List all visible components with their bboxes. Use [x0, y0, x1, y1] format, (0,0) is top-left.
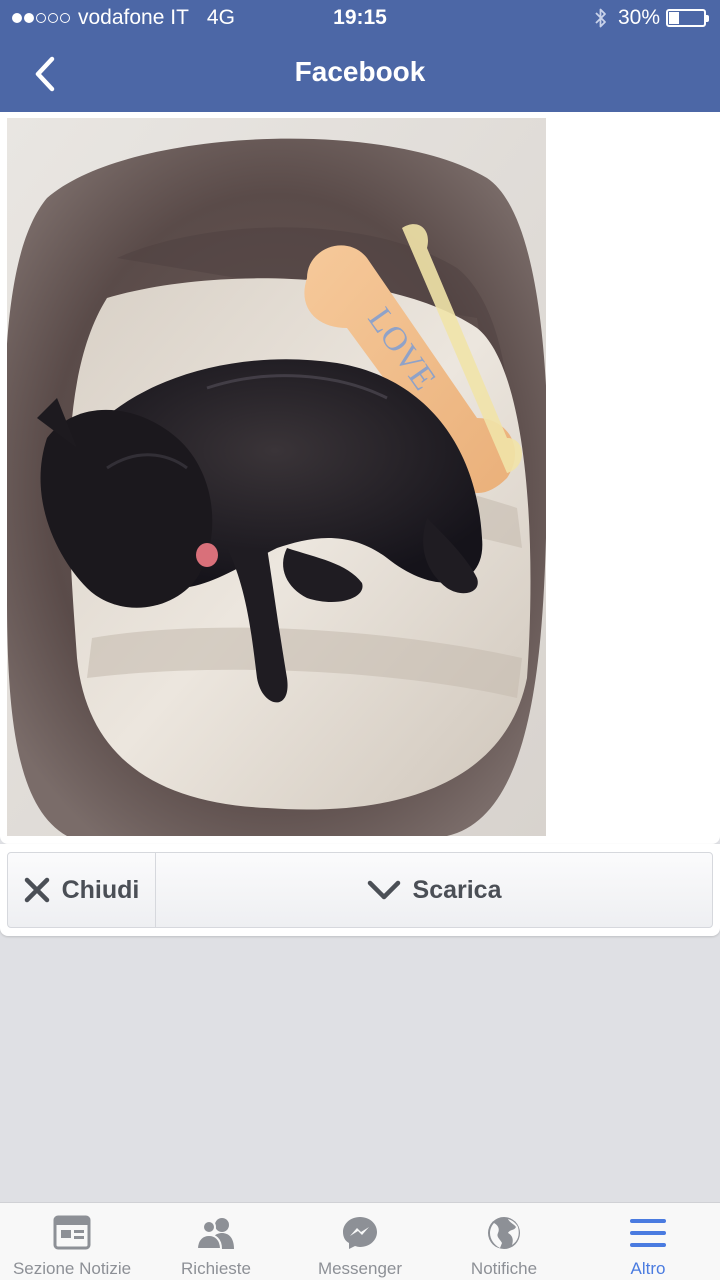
bluetooth-icon: [595, 8, 606, 28]
close-button[interactable]: Chiudi: [8, 853, 156, 927]
news-feed-icon: [53, 1215, 91, 1250]
status-bar: vodafone IT 4G 19:15 30%: [0, 0, 720, 38]
navigation-bar: Facebook: [0, 38, 720, 112]
close-button-label: Chiudi: [61, 875, 140, 904]
messenger-icon: [343, 1217, 377, 1249]
tab-friend-requests[interactable]: Richieste: [144, 1203, 288, 1280]
friend-requests-icon: [196, 1218, 234, 1250]
tab-messenger[interactable]: Messenger: [288, 1203, 432, 1280]
battery-icon: [666, 9, 709, 27]
tab-label: Messenger: [317, 1259, 403, 1278]
action-bar: Chiudi Scarica: [7, 852, 713, 928]
tab-label: Richieste: [181, 1259, 251, 1278]
tab-notifications[interactable]: Notifiche: [432, 1203, 576, 1280]
download-button[interactable]: Scarica: [156, 853, 712, 927]
menu-icon: [630, 1219, 666, 1247]
battery-percent: 30%: [617, 6, 660, 29]
status-right: 30%: [594, 6, 709, 30]
battery-level: [669, 12, 680, 24]
download-button-label: Scarica: [412, 875, 502, 904]
photo-actions: Chiudi Scarica: [0, 844, 720, 936]
chevron-down-icon: [367, 880, 400, 900]
photo-card: LOVE: [0, 112, 720, 844]
tab-label: Sezione Notizie: [12, 1259, 132, 1278]
tab-more[interactable]: Altro: [576, 1203, 720, 1280]
tab-label: Altro: [630, 1259, 666, 1278]
photo[interactable]: LOVE: [7, 118, 546, 836]
tab-news-feed[interactable]: Sezione Notizie: [0, 1203, 144, 1280]
close-icon: [24, 877, 49, 903]
tab-label: Notifiche: [470, 1259, 538, 1278]
page-title: Facebook: [294, 56, 426, 87]
tab-bar: Sezione Notizie Richieste Messenger Noti…: [0, 1202, 720, 1280]
globe-icon: [488, 1217, 520, 1249]
